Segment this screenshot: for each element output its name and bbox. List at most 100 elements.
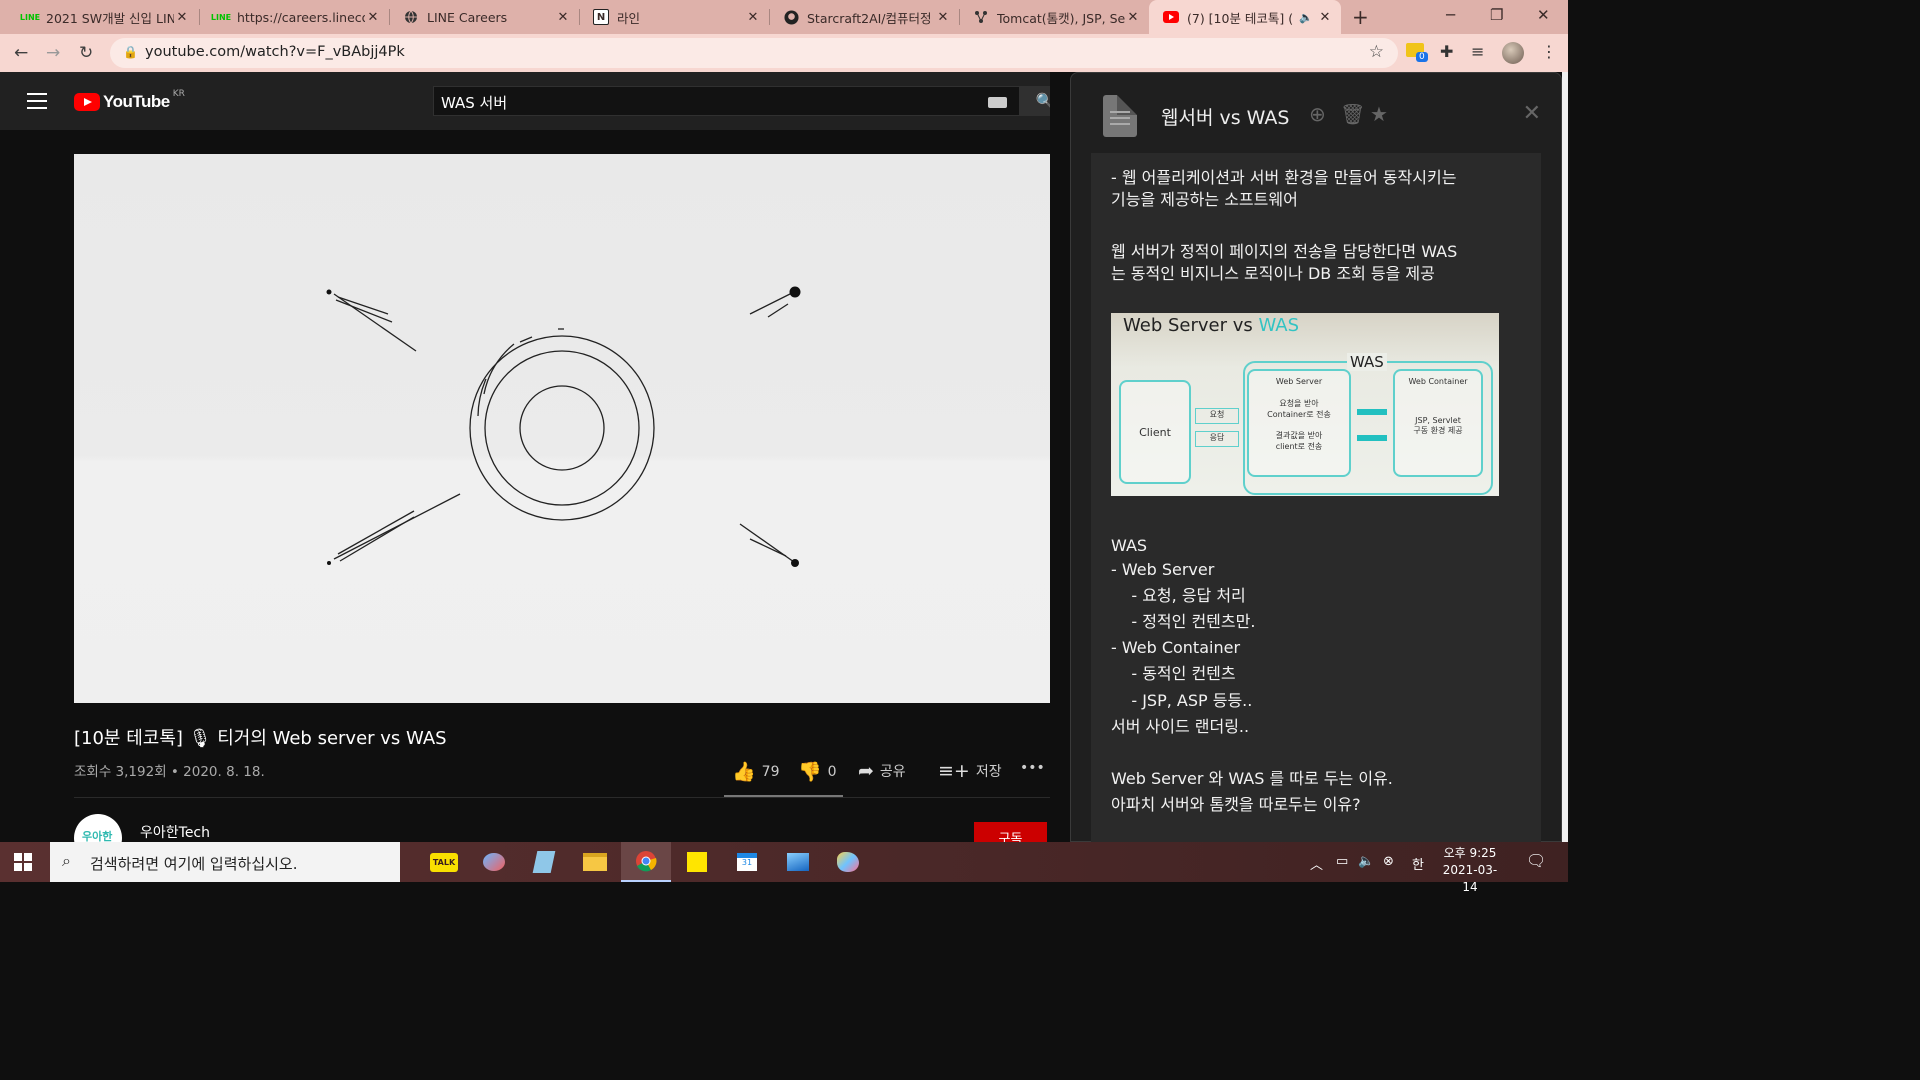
new-tab-icon[interactable]: +: [1352, 5, 1369, 29]
video-player[interactable]: [74, 154, 1050, 703]
hamburger-menu-icon[interactable]: [27, 93, 47, 114]
video-frame-illustration: [326, 286, 801, 567]
speaker-icon[interactable]: 🔈: [1299, 11, 1313, 24]
note-line: Web Server 와 WAS 를 따로 두는 이유.: [1111, 769, 1393, 788]
browser-tab[interactable]: Tomcat(톰캣), JSP, Ser ✕: [959, 0, 1149, 34]
browser-tab[interactable]: LINE 2021 SW개발 신입 LIN ✕: [8, 0, 198, 34]
clock-date: 2021-03-14: [1442, 863, 1498, 894]
windows-start-icon[interactable]: [14, 853, 32, 871]
sticky-notes-icon[interactable]: [672, 842, 722, 882]
ime-indicator[interactable]: 한: [1412, 854, 1424, 873]
lock-icon[interactable]: 🔒: [123, 45, 138, 59]
note-line: - 정적인 컨텐츠만.: [1111, 612, 1256, 631]
taskbar-search-input[interactable]: ⌕ 검색하려면 여기에 입력하십시오.: [50, 842, 400, 882]
note-body[interactable]: - 웹 어플리케이션과 서버 환경을 만들어 동작시키는 기능을 제공하는 소프…: [1091, 153, 1541, 843]
more-actions-button[interactable]: •••: [1020, 760, 1045, 776]
notification-center-icon[interactable]: 🗨: [1526, 851, 1546, 870]
bookmark-star-icon[interactable]: ☆: [1369, 42, 1384, 62]
subscribe-button[interactable]: 구독: [974, 822, 1047, 842]
close-tab-icon[interactable]: ✕: [174, 10, 190, 25]
trash-icon[interactable]: 🗑: [1340, 102, 1365, 126]
extension-folder-icon[interactable]: 0: [1406, 42, 1428, 62]
browser-tab[interactable]: LINE Careers ✕: [389, 0, 579, 34]
keyboard-icon[interactable]: [988, 97, 1007, 108]
tab-title: https://careers.linecorp: [237, 9, 365, 25]
calendar-icon[interactable]: 31: [722, 842, 772, 882]
share-button[interactable]: ➦ 공유: [858, 760, 906, 782]
tab-title: Tomcat(톰캣), JSP, Ser: [997, 10, 1125, 26]
document-icon: [1103, 95, 1137, 137]
browser-tab[interactable]: N 라인 ✕: [579, 0, 769, 34]
save-button[interactable]: ≡+ 저장: [938, 760, 1002, 782]
youtube-play-icon: [74, 93, 100, 111]
search-input[interactable]: WAS 서버: [433, 86, 1020, 116]
channel-name[interactable]: 우아한Tech: [140, 822, 210, 842]
reload-icon[interactable]: ↻: [79, 43, 93, 63]
web-container-box: Web Container JSP, Servlet 구동 환경 제공: [1393, 369, 1483, 477]
close-icon[interactable]: ✕: [1523, 101, 1541, 126]
minimize-icon[interactable]: ─: [1446, 6, 1455, 24]
browser-tab-active[interactable]: (7) [10분 테코톡] ( 🔈 ✕: [1149, 0, 1341, 34]
dislike-count: 0: [827, 763, 837, 780]
chrome-icon[interactable]: [621, 842, 671, 882]
close-tab-icon[interactable]: ✕: [365, 10, 381, 25]
note-title[interactable]: 웹서버 vs WAS: [1161, 103, 1289, 130]
note-line: WAS: [1111, 536, 1148, 555]
close-tab-icon[interactable]: ✕: [935, 10, 951, 25]
paint3d-icon[interactable]: [823, 842, 873, 882]
add-icon[interactable]: ⊕: [1309, 102, 1326, 126]
search-icon: ⌕: [62, 851, 71, 870]
kakaotalk-icon[interactable]: TALK: [419, 842, 469, 882]
search-query[interactable]: WAS 서버: [441, 92, 507, 113]
close-tab-icon[interactable]: ✕: [745, 10, 761, 25]
client-box: Client: [1119, 380, 1191, 484]
close-tab-icon[interactable]: ✕: [1317, 10, 1333, 25]
note-line: - 요청, 응답 처리: [1111, 586, 1246, 605]
like-button[interactable]: 👍 79: [732, 760, 780, 783]
browser-tab[interactable]: LINE https://careers.linecorp ✕: [199, 0, 389, 34]
tab-title: LINE Careers: [427, 9, 508, 25]
profile-avatar[interactable]: [1502, 42, 1524, 64]
network-disconnected-icon[interactable]: ⊗: [1383, 854, 1394, 869]
back-icon[interactable]: ←: [14, 43, 28, 63]
dislike-button[interactable]: 👎 0: [798, 760, 837, 783]
chrome-menu-icon[interactable]: ⋮: [1541, 42, 1557, 61]
paint-icon[interactable]: [469, 842, 519, 882]
notepad-icon[interactable]: [519, 842, 569, 882]
volume-icon[interactable]: 🔈: [1358, 854, 1374, 869]
show-hidden-icons[interactable]: ︿: [1310, 854, 1323, 873]
close-window-icon[interactable]: ✕: [1537, 6, 1550, 24]
tab-title: (7) [10분 테코톡] (: [1187, 10, 1294, 26]
clock[interactable]: 오후 9:25 2021-03-14: [1440, 845, 1500, 896]
youtube-icon: [1163, 9, 1179, 25]
star-icon[interactable]: ★: [1370, 102, 1388, 126]
extension-badge: 0: [1416, 52, 1428, 62]
media-control-icon[interactable]: ≡: [1471, 42, 1484, 61]
taskbar-search-placeholder[interactable]: 검색하려면 여기에 입력하십시오.: [90, 853, 298, 874]
tab-title: 라인: [617, 10, 641, 26]
youtube-logo[interactable]: YouTube KR: [74, 89, 185, 112]
note-line: 아파치 서버와 톰캣을 따로두는 이유?: [1111, 795, 1361, 814]
note-line: - 동적인 컨텐츠: [1111, 664, 1236, 683]
battery-icon[interactable]: ▭: [1336, 854, 1348, 869]
file-explorer-icon[interactable]: [570, 842, 620, 882]
line-icon: LINE: [210, 12, 232, 22]
url-bar[interactable]: 🔒 youtube.com/watch?v=F_vBAbjj4Pk ☆: [110, 38, 1398, 68]
browser-tab[interactable]: Starcraft2AI/컴퓨터정 ✕: [769, 0, 959, 34]
note-line: 서버 사이드 랜더링..: [1111, 717, 1250, 736]
extensions-puzzle-icon[interactable]: ✚: [1440, 42, 1453, 61]
browser-tab-bar: LINE 2021 SW개발 신입 LIN ✕ LINE https://car…: [0, 0, 1568, 34]
save-label: 저장: [975, 764, 1002, 780]
restore-icon[interactable]: ❐: [1490, 6, 1503, 24]
was-label: WAS: [1347, 353, 1387, 371]
close-tab-icon[interactable]: ✕: [555, 10, 571, 25]
divider: [74, 797, 1050, 798]
url-text[interactable]: youtube.com/watch?v=F_vBAbjj4Pk: [145, 44, 405, 60]
like-count: 79: [761, 763, 780, 780]
note-line: 는 동적인 비지니스 로직이나 DB 조회 등을 제공: [1111, 264, 1435, 283]
close-tab-icon[interactable]: ✕: [1125, 10, 1141, 25]
thumbs-up-icon: 👍: [732, 761, 756, 783]
note-line: - Web Server: [1111, 560, 1215, 579]
photos-icon[interactable]: [773, 842, 823, 882]
forward-icon[interactable]: →: [46, 43, 60, 63]
